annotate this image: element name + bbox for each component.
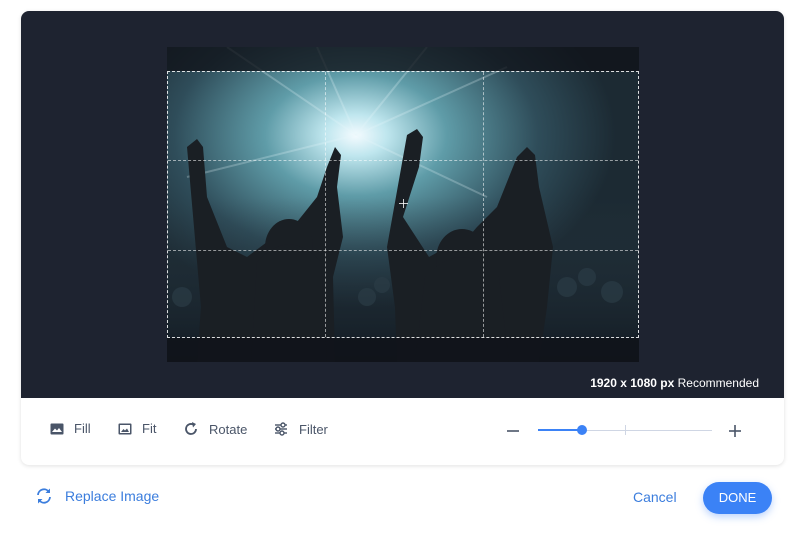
crop-mask-top — [167, 47, 639, 71]
zoom-slider-midpoint — [625, 425, 626, 435]
replace-image-button[interactable]: Replace Image — [35, 487, 159, 505]
zoom-slider-thumb[interactable] — [577, 425, 587, 435]
crop-guide-vertical-1 — [325, 72, 326, 337]
filter-label: Filter — [299, 421, 328, 437]
cancel-button[interactable]: Cancel — [633, 489, 677, 505]
zoom-slider-fill — [538, 429, 582, 431]
refresh-icon — [37, 488, 51, 504]
filter-button[interactable]: Filter — [273, 421, 328, 437]
fit-label: Fit — [142, 421, 157, 436]
crosshair-icon — [399, 199, 408, 208]
fill-label: Fill — [74, 421, 91, 436]
size-value: 1920 x 1080 px — [590, 376, 675, 390]
done-button[interactable]: DONE — [703, 482, 772, 514]
rotate-icon — [185, 422, 197, 435]
fill-button[interactable]: Fill — [50, 421, 91, 436]
replace-image-label: Replace Image — [65, 488, 160, 504]
image-icon — [50, 423, 64, 434]
crop-stage[interactable]: 1920 x 1080 px Recommended — [21, 11, 784, 398]
minus-icon[interactable] — [506, 424, 520, 438]
recommended-size: 1920 x 1080 px Recommended — [590, 376, 759, 390]
crop-guide-horizontal-2 — [168, 250, 638, 251]
rotate-button[interactable]: Rotate — [183, 421, 247, 437]
fit-button[interactable]: Fit — [118, 421, 156, 436]
crop-guide-horizontal-1 — [168, 160, 638, 161]
size-note-label: Recommended — [677, 376, 759, 390]
rotate-label: Rotate — [209, 421, 248, 437]
sliders-icon — [275, 422, 287, 436]
image-frame-icon — [118, 423, 132, 434]
crop-guide-vertical-2 — [483, 72, 484, 337]
image-editor-card: 1920 x 1080 px Recommended Fill Fit Rota… — [21, 11, 784, 465]
zoom-slider[interactable] — [538, 420, 712, 440]
plus-icon[interactable] — [728, 424, 742, 438]
crop-mask-bottom — [167, 338, 639, 362]
